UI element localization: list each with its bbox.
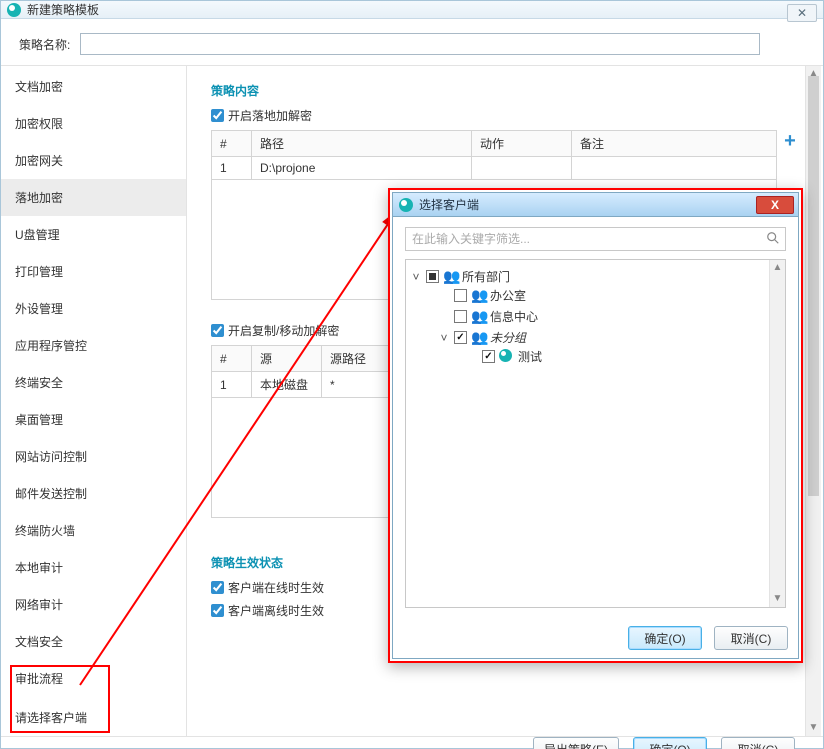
table-header-row: # 路径 动作 备注	[212, 131, 777, 157]
tree-node-info-center[interactable]: 👥 信息中心	[438, 308, 781, 325]
checkbox-checked[interactable]	[482, 350, 495, 363]
dialog-ok-button[interactable]: 确定(O)	[628, 626, 702, 650]
sidebar-item-print[interactable]: 打印管理	[1, 253, 186, 290]
sidebar: 文档加密 加密权限 加密网关 落地加密 U盘管理 打印管理 外设管理 应用程序管…	[1, 66, 187, 736]
export-policy-button[interactable]: 导出策略(E)	[533, 737, 619, 749]
sidebar-item-peripheral[interactable]: 外设管理	[1, 290, 186, 327]
th-src: 源	[252, 346, 322, 372]
search-icon[interactable]	[766, 231, 780, 245]
td-src: 本地磁盘	[252, 372, 322, 398]
policy-name-row: 策略名称:	[1, 19, 823, 65]
policy-name-label: 策略名称:	[19, 36, 70, 53]
sidebar-item-doc-encrypt[interactable]: 文档加密	[1, 68, 186, 105]
client-icon	[499, 349, 514, 364]
add-landing-row-button[interactable]: +	[781, 130, 799, 153]
table-row[interactable]: 1 D:\projone	[212, 157, 777, 180]
dialog-body: ˅ 👥 所有部门 👥 办公室	[393, 217, 798, 618]
tree-label: 信息中心	[490, 308, 538, 325]
app-icon	[7, 3, 21, 17]
sidebar-item-doc-security[interactable]: 文档安全	[1, 623, 186, 660]
td-path: D:\projone	[252, 157, 472, 180]
chk-effect-online-label: 客户端在线时生效	[228, 579, 324, 596]
sidebar-item-usb[interactable]: U盘管理	[1, 216, 186, 253]
chk-effect-offline[interactable]	[211, 604, 224, 617]
td-action	[472, 157, 572, 180]
tree-label: 测试	[518, 348, 542, 365]
tree-node-all-depts[interactable]: ˅ 👥 所有部门	[410, 268, 781, 285]
sidebar-item-firewall[interactable]: 终端防火墙	[1, 512, 186, 549]
sidebar-item-web-control[interactable]: 网站访问控制	[1, 438, 186, 475]
sidebar-item-local-audit[interactable]: 本地审计	[1, 549, 186, 586]
dialog-cancel-button[interactable]: 取消(C)	[714, 626, 788, 650]
td-num: 1	[212, 157, 252, 180]
checkbox-checked[interactable]	[454, 331, 467, 344]
tree-label: 办公室	[490, 287, 526, 304]
checkbox-unchecked[interactable]	[454, 289, 467, 302]
search-wrap	[405, 227, 786, 251]
group-icon: 👥	[471, 330, 486, 345]
scroll-down-icon[interactable]: ▼	[770, 591, 785, 607]
search-input[interactable]	[405, 227, 786, 251]
tree-label: 所有部门	[462, 268, 510, 285]
tree-node-office[interactable]: 👥 办公室	[438, 287, 781, 304]
sidebar-choose-client[interactable]: 请选择客户端	[1, 699, 186, 736]
dialog-footer: 确定(O) 取消(C)	[393, 618, 798, 658]
chevron-down-icon[interactable]: ˅	[438, 331, 450, 345]
main-scrollbar[interactable]: ▲ ▼	[805, 66, 821, 736]
sidebar-item-encrypt-gw[interactable]: 加密网关	[1, 142, 186, 179]
sidebar-item-encrypt-perm[interactable]: 加密权限	[1, 105, 186, 142]
chk-enable-landing-label: 开启落地加解密	[228, 107, 312, 124]
th-num: #	[212, 131, 252, 157]
scroll-up-icon[interactable]: ▲	[770, 260, 785, 276]
td-num: 1	[212, 372, 252, 398]
sidebar-item-net-audit[interactable]: 网络审计	[1, 586, 186, 623]
th-action: 动作	[472, 131, 572, 157]
sidebar-item-landing[interactable]: 落地加密	[1, 179, 186, 216]
sidebar-item-desktop[interactable]: 桌面管理	[1, 401, 186, 438]
th-num: #	[212, 346, 252, 372]
titlebar: 新建策略模板 ✕	[1, 1, 823, 19]
window-title: 新建策略模板	[27, 1, 99, 18]
policy-name-input[interactable]	[80, 33, 760, 55]
dialog-title: 选择客户端	[419, 196, 479, 213]
dialog-titlebar: 选择客户端 X	[393, 193, 798, 217]
td-remark	[572, 157, 777, 180]
group-icon: 👥	[443, 269, 458, 284]
chk-effect-offline-label: 客户端离线时生效	[228, 602, 324, 619]
select-client-dialog: 选择客户端 X ˅ 👥 所有部门	[388, 188, 803, 663]
chk-enable-landing[interactable]	[211, 109, 224, 122]
sidebar-item-approval[interactable]: 审批流程	[1, 660, 186, 697]
dialog-close-button[interactable]: X	[756, 196, 794, 214]
scroll-down-icon[interactable]: ▼	[806, 720, 821, 736]
chk-enable-copy[interactable]	[211, 324, 224, 337]
client-tree: ˅ 👥 所有部门 👥 办公室	[405, 259, 786, 608]
tree-scrollbar[interactable]: ▲ ▼	[769, 260, 785, 607]
tree-label: 未分组	[490, 329, 526, 346]
cancel-button[interactable]: 取消(C)	[721, 737, 795, 749]
group-icon: 👥	[471, 309, 486, 324]
ok-button[interactable]: 确定(O)	[633, 737, 707, 749]
app-icon	[399, 198, 413, 212]
chevron-down-icon[interactable]: ˅	[410, 270, 422, 284]
sidebar-item-mail-control[interactable]: 邮件发送控制	[1, 475, 186, 512]
section-content-title: 策略内容	[211, 82, 799, 99]
checkbox-unchecked[interactable]	[454, 310, 467, 323]
chk-effect-online[interactable]	[211, 581, 224, 594]
window-close-button[interactable]: ✕	[787, 4, 817, 22]
tree-node-test[interactable]: 测试	[466, 348, 781, 365]
chk-enable-copy-label: 开启复制/移动加解密	[228, 322, 339, 339]
sidebar-item-app-control[interactable]: 应用程序管控	[1, 327, 186, 364]
th-remark: 备注	[572, 131, 777, 157]
th-path: 路径	[252, 131, 472, 157]
group-icon: 👥	[471, 288, 486, 303]
checkbox-indeterminate[interactable]	[426, 270, 439, 283]
landing-table: # 路径 动作 备注 1 D:\projone	[211, 130, 777, 180]
footer: 导出策略(E) 确定(O) 取消(C)	[1, 736, 823, 749]
tree-node-ungrouped[interactable]: ˅ 👥 未分组	[438, 329, 781, 346]
scroll-thumb[interactable]	[808, 76, 819, 496]
sidebar-item-endpoint-sec[interactable]: 终端安全	[1, 364, 186, 401]
